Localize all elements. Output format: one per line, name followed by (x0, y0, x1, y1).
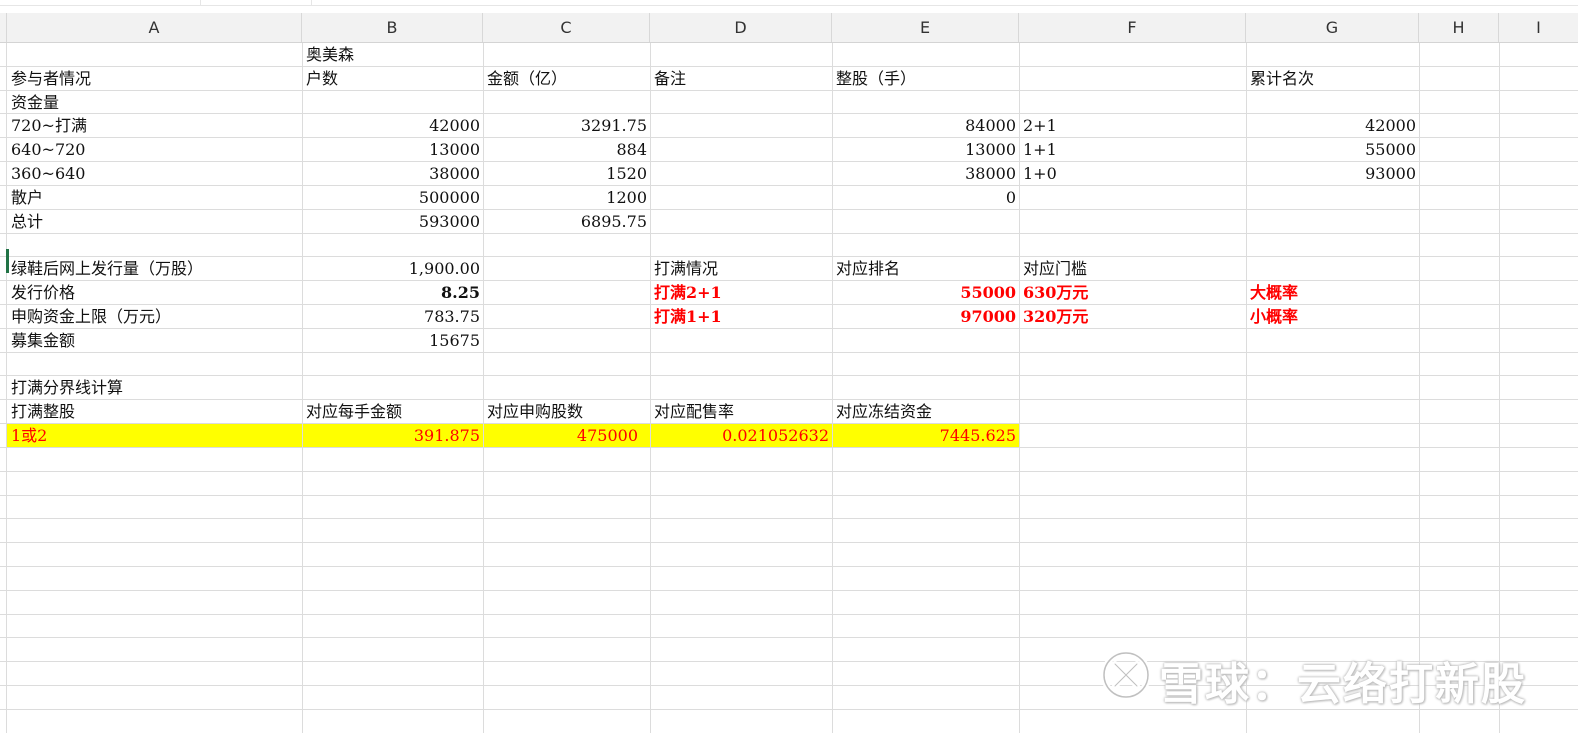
column-header-b[interactable]: B (302, 13, 483, 42)
cell-d12[interactable]: 打满1+1 (650, 305, 832, 329)
cell-b17[interactable]: 391.875 (302, 424, 483, 448)
cell-b13[interactable]: 15675 (302, 329, 483, 353)
cell-f11[interactable]: 630万元 (1019, 281, 1246, 305)
cell-f12[interactable]: 320万元 (1019, 305, 1246, 329)
cell-a7[interactable]: 散户 (7, 186, 302, 210)
cell-e2[interactable]: 整股（手） (832, 67, 1019, 91)
cell-b1[interactable]: 奥美森 (302, 43, 483, 67)
column-header-g[interactable]: G (1246, 13, 1419, 42)
cell-a6[interactable]: 360~640 (7, 162, 302, 186)
spreadsheet-grid[interactable]: 奥美森 参与者情况 户数 金额（亿） 备注 整股（手） 累计名次 资金量 720… (0, 43, 1578, 733)
cell-c6[interactable]: 1520 (483, 162, 650, 186)
cell-f4[interactable]: 2+1 (1019, 114, 1246, 138)
column-header-c[interactable]: C (483, 13, 650, 42)
cell-c4[interactable]: 3291.75 (483, 114, 650, 138)
cell-a3[interactable]: 资金量 (7, 91, 302, 115)
sheet-tab[interactable] (200, 0, 312, 5)
cell-c2[interactable]: 金额（亿） (483, 67, 650, 91)
cell-b8[interactable]: 593000 (302, 210, 483, 234)
cell-d11[interactable]: 打满2+1 (650, 281, 832, 305)
tab-strip (0, 0, 1578, 13)
cell-e12[interactable]: 97000 (832, 305, 1019, 329)
cell-a16[interactable]: 打满整股 (7, 400, 302, 424)
cell-b11[interactable]: 8.25 (302, 281, 483, 305)
cell-b2[interactable]: 户数 (302, 67, 483, 91)
column-header-f[interactable]: F (1019, 13, 1246, 42)
cell-d17[interactable]: 0.021052632 (650, 424, 832, 448)
column-header-d[interactable]: D (650, 13, 832, 42)
cell-e11[interactable]: 55000 (832, 281, 1019, 305)
cell-f5[interactable]: 1+1 (1019, 138, 1246, 162)
column-header-e[interactable]: E (832, 13, 1019, 42)
row-header-strip[interactable] (0, 43, 7, 733)
watermark: 雪球：云络打新股 (1099, 645, 1527, 715)
cell-e16[interactable]: 对应冻结资金 (832, 400, 1019, 424)
xueqiu-logo-icon (1099, 648, 1153, 713)
cell-e6[interactable]: 38000 (832, 162, 1019, 186)
cell-d2[interactable]: 备注 (650, 67, 832, 91)
cell-b16[interactable]: 对应每手金额 (302, 400, 483, 424)
cell-a8[interactable]: 总计 (7, 210, 302, 234)
cell-c7[interactable]: 1200 (483, 186, 650, 210)
cell-a15[interactable]: 打满分界线计算 (7, 376, 302, 400)
cell-g12[interactable]: 小概率 (1246, 305, 1419, 329)
cell-c17[interactable]: 475000 (483, 424, 650, 448)
cell-a10[interactable]: 绿鞋后网上发行量（万股） (7, 257, 302, 281)
cell-a17[interactable]: 1或2 (7, 424, 302, 448)
cell-f10[interactable]: 对应门槛 (1019, 257, 1246, 281)
column-header-h[interactable]: H (1419, 13, 1499, 42)
cell-b7[interactable]: 500000 (302, 186, 483, 210)
cell-b4[interactable]: 42000 (302, 114, 483, 138)
column-header-a[interactable]: A (7, 13, 302, 42)
cell-g6[interactable]: 93000 (1246, 162, 1419, 186)
cell-a2[interactable]: 参与者情况 (7, 67, 302, 91)
cell-g4[interactable]: 42000 (1246, 114, 1419, 138)
cell-e10[interactable]: 对应排名 (832, 257, 1019, 281)
cell-a12[interactable]: 申购资金上限（万元） (7, 305, 302, 329)
cell-b6[interactable]: 38000 (302, 162, 483, 186)
cell-d10[interactable]: 打满情况 (650, 257, 832, 281)
cell-e4[interactable]: 84000 (832, 114, 1019, 138)
cell-f6[interactable]: 1+0 (1019, 162, 1246, 186)
cell-b12[interactable]: 783.75 (302, 305, 483, 329)
cell-b10[interactable]: 1,900.00 (302, 257, 483, 281)
cell-e5[interactable]: 13000 (832, 138, 1019, 162)
cell-c8[interactable]: 6895.75 (483, 210, 650, 234)
cell-g5[interactable]: 55000 (1246, 138, 1419, 162)
cell-d16[interactable]: 对应配售率 (650, 400, 832, 424)
cell-a4[interactable]: 720~打满 (7, 114, 302, 138)
cell-e7[interactable]: 0 (832, 186, 1019, 210)
cell-c5[interactable]: 884 (483, 138, 650, 162)
column-header-i[interactable]: I (1499, 13, 1578, 42)
cell-a13[interactable]: 募集金额 (7, 329, 302, 353)
column-header-bar: A B C D E F G H I (0, 13, 1578, 43)
cell-a11[interactable]: 发行价格 (7, 281, 302, 305)
cell-g11[interactable]: 大概率 (1246, 281, 1419, 305)
cell-g2[interactable]: 累计名次 (1246, 67, 1419, 91)
cell-c16[interactable]: 对应申购股数 (483, 400, 650, 424)
select-all-corner[interactable] (0, 13, 7, 42)
cell-b5[interactable]: 13000 (302, 138, 483, 162)
watermark-text: 雪球：云络打新股 (1159, 659, 1527, 710)
cell-a5[interactable]: 640~720 (7, 138, 302, 162)
cell-e17[interactable]: 7445.625 (832, 424, 1019, 448)
